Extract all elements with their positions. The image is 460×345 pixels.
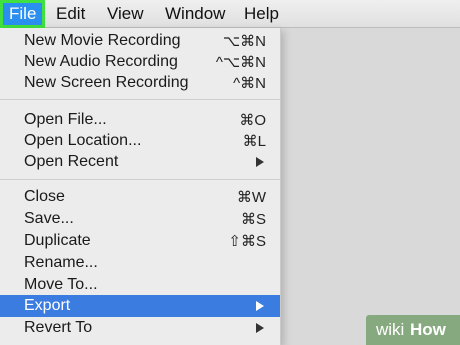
menu-item-new-screen-recording[interactable]: New Screen Recording ^⌘N xyxy=(0,72,280,94)
menu-window[interactable]: Window xyxy=(157,0,233,28)
menu-item-shortcut: ⇧⌘S xyxy=(228,233,266,250)
menu-item-shortcut: ⌘W xyxy=(236,189,266,206)
menu-file[interactable]: File xyxy=(0,0,46,28)
menu-item-shortcut: ⌘O xyxy=(239,112,266,129)
menu-item-label: Open Recent xyxy=(24,153,119,170)
menu-view[interactable]: View xyxy=(99,0,152,28)
menu-item-label: Save... xyxy=(24,210,74,227)
menu-item-shortcut: ⌥⌘N xyxy=(222,33,266,50)
menu-item-shortcut: ^⌘N xyxy=(233,75,266,92)
submenu-arrow-icon xyxy=(256,301,264,311)
menu-item-label: New Audio Recording xyxy=(24,53,178,70)
menu-item-open-location[interactable]: Open Location... ⌘L xyxy=(0,130,280,152)
menu-separator xyxy=(0,179,280,180)
menu-item-shortcut: ⌘S xyxy=(240,211,266,228)
menu-edit[interactable]: Edit xyxy=(48,0,93,28)
menu-item-new-audio-recording[interactable]: New Audio Recording ^⌥⌘N xyxy=(0,51,280,73)
menu-item-label: Rename... xyxy=(24,254,98,271)
menu-item-move-to[interactable]: Move To... xyxy=(0,274,280,296)
menu-item-label: Close xyxy=(24,188,65,205)
watermark-prefix: wiki xyxy=(376,320,405,339)
menu-item-label: New Screen Recording xyxy=(24,74,189,91)
menu-item-label: Open File... xyxy=(24,111,107,128)
menu-item-label: Move To... xyxy=(24,276,98,293)
menu-item-label: New Movie Recording xyxy=(24,32,181,49)
submenu-arrow-icon xyxy=(256,157,264,167)
menu-item-open-file[interactable]: Open File... ⌘O xyxy=(0,109,280,131)
menu-item-label: Export xyxy=(24,297,71,314)
menu-item-label: Open Location... xyxy=(24,132,142,149)
menu-item-open-recent[interactable]: Open Recent xyxy=(0,151,280,173)
menu-item-export[interactable]: Export xyxy=(0,295,280,317)
menu-separator xyxy=(0,99,280,100)
file-dropdown-menu: New Movie Recording ⌥⌘N New Audio Record… xyxy=(0,28,281,345)
menu-item-label: Duplicate xyxy=(24,232,91,249)
menu-item-revert-to[interactable]: Revert To xyxy=(0,317,280,339)
menu-item-shortcut: ⌘L xyxy=(242,133,266,150)
watermark-suffix: How xyxy=(410,320,446,339)
wikihow-watermark: wiki How xyxy=(366,315,460,345)
menu-item-new-movie-recording[interactable]: New Movie Recording ⌥⌘N xyxy=(0,30,280,52)
menu-item-label: Revert To xyxy=(24,319,93,336)
menu-item-rename[interactable]: Rename... xyxy=(0,252,280,274)
menu-item-close[interactable]: Close ⌘W xyxy=(0,186,280,208)
menu-item-shortcut: ^⌥⌘N xyxy=(215,54,266,71)
submenu-arrow-icon xyxy=(256,323,264,333)
menu-item-duplicate[interactable]: Duplicate ⇧⌘S xyxy=(0,230,280,252)
menu-bar: File Edit View Window Help xyxy=(0,0,460,28)
menu-help[interactable]: Help xyxy=(236,0,287,28)
menu-item-save[interactable]: Save... ⌘S xyxy=(0,208,280,230)
